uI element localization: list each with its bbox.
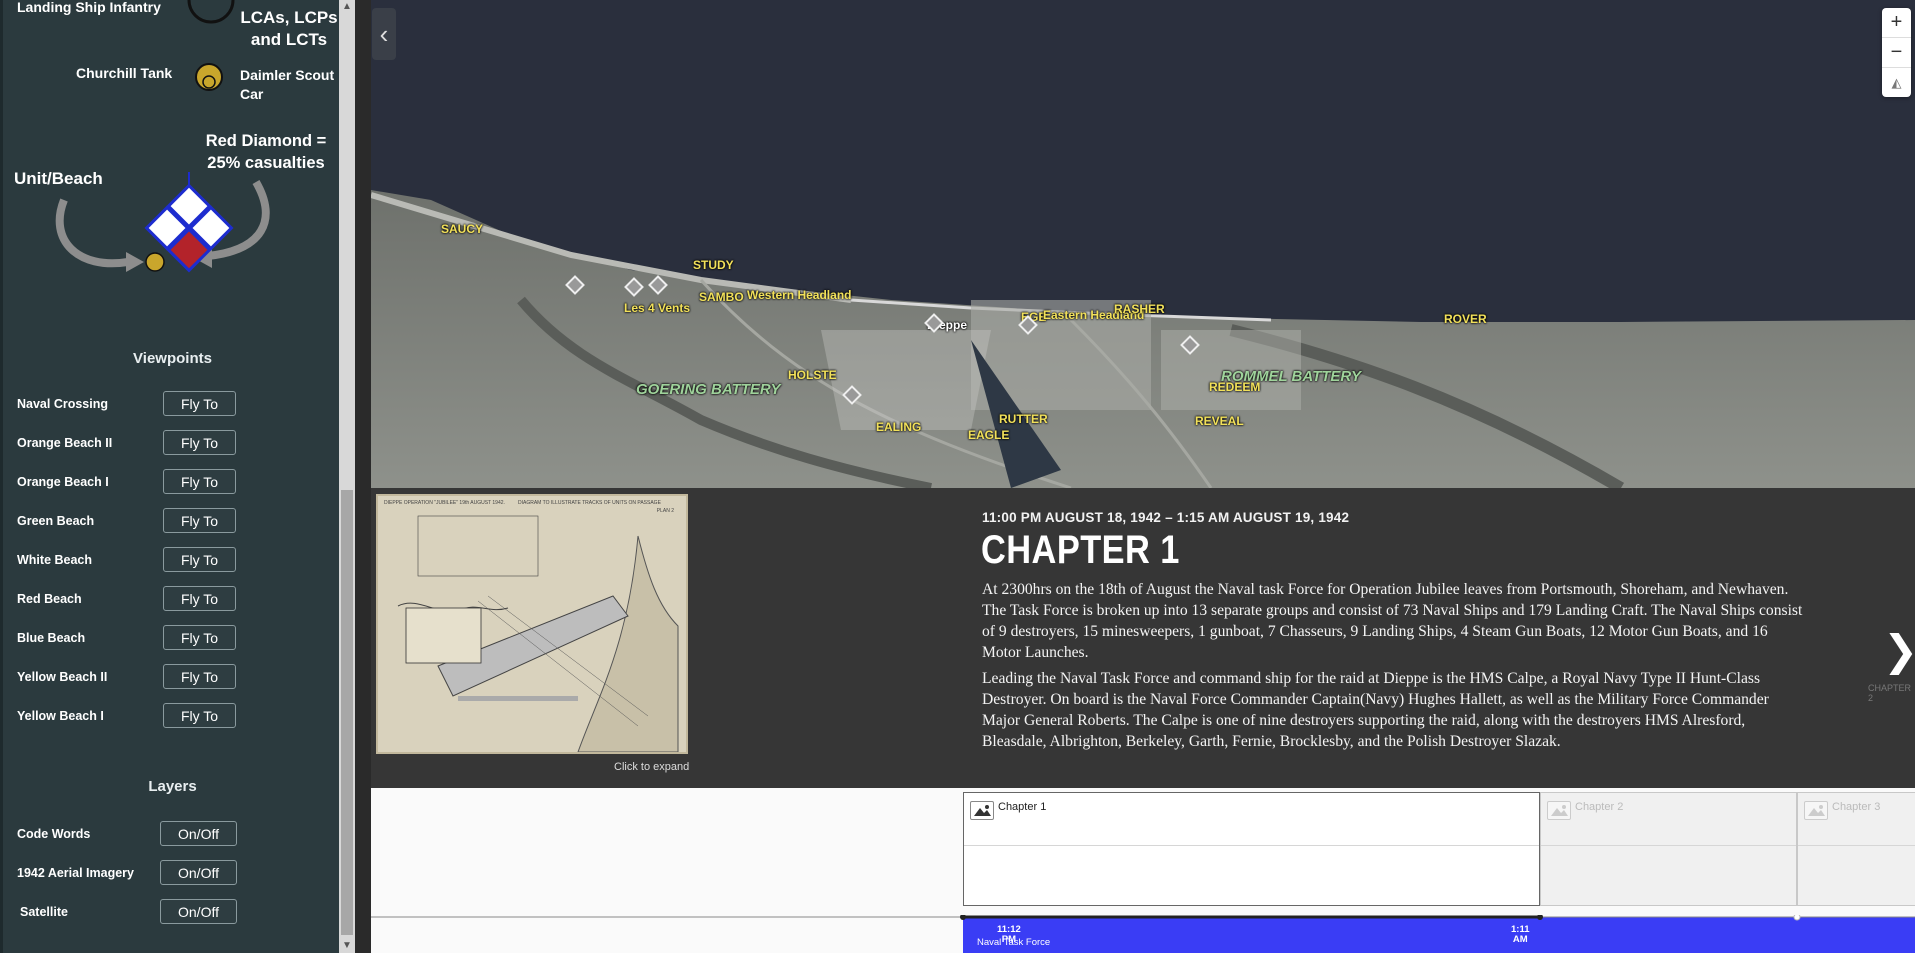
layer-toggle-button[interactable]: On/Off <box>160 860 237 885</box>
next-chapter-arrow-icon[interactable]: ❯ <box>1883 626 1915 675</box>
viewpoints-title: Viewpoints <box>133 350 212 367</box>
fly-to-button[interactable]: Fly To <box>163 664 236 689</box>
layer-toggle-button[interactable]: On/Off <box>160 899 237 924</box>
zoom-in-button[interactable]: + <box>1882 8 1911 38</box>
timeline-chapter-2[interactable]: Chapter 2 <box>1540 792 1797 906</box>
terrain-3d <box>371 0 1915 488</box>
chapter-card-label: Chapter 2 <box>1575 801 1624 813</box>
fly-to-button[interactable]: Fly To <box>163 586 236 611</box>
layer-toggle-button[interactable]: On/Off <box>160 821 237 846</box>
map-label: STUDY <box>693 258 734 272</box>
layer-label: Satellite <box>20 905 68 919</box>
map-label: RASHER <box>1114 302 1165 316</box>
scroll-down-icon[interactable]: ▼ <box>339 939 355 953</box>
map-label: REDEEM <box>1209 380 1261 394</box>
fly-to-button[interactable]: Fly To <box>163 430 236 455</box>
legend-landing-ship-infantry: Landing Ship Infantry <box>17 0 161 15</box>
map-view[interactable]: SAUCY STUDY SAMBO Western Headland Les 4 Ven… <box>371 0 1915 488</box>
thumbnail-map-plan: PLAN 2 <box>656 508 674 514</box>
layer-label: 1942 Aerial Imagery <box>17 866 134 880</box>
timeline-chapter-1[interactable]: Chapter 1 <box>963 792 1540 906</box>
story-panel: DIEPPE OPERATION "JUBILEE" 19th AUGUST 1… <box>371 488 1915 788</box>
zoom-control: + − ◭ <box>1882 8 1911 97</box>
viewpoint-label: Naval Crossing <box>17 397 109 411</box>
legend-red-diamond: Red Diamond = 25% casualties <box>195 130 337 174</box>
viewpoint-label: Orange Beach I <box>17 475 109 489</box>
map-label: SAMBO <box>699 290 744 304</box>
layer-label: Code Words <box>17 827 91 841</box>
image-icon <box>1804 801 1828 820</box>
timeline[interactable]: Chapter 1 Chapter 2 Chapter 3 11:12 PM 1… <box>371 788 1915 953</box>
reset-north-icon[interactable]: ◭ <box>1882 68 1911 97</box>
viewpoint-label: Red Beach <box>17 592 82 606</box>
legend-red-diamond-line1: Red Diamond = <box>205 132 327 150</box>
map-label: REVEAL <box>1195 414 1244 428</box>
viewpoint-label: Yellow Beach I <box>17 709 104 723</box>
map-label: HOLSTE <box>788 368 837 382</box>
viewpoint-label: Yellow Beach II <box>17 670 108 684</box>
legend-daimler-line2: Car <box>240 86 264 102</box>
chapter-card-label: Chapter 1 <box>998 801 1047 813</box>
sidebar-scrollbar[interactable]: ▲ ▼ <box>339 0 355 953</box>
viewpoint-label: White Beach <box>17 553 93 567</box>
sidebar: Landing Ship Infantry LCAs, LCPs and LCT… <box>0 0 355 953</box>
map-label: GOERING BATTERY <box>636 381 781 398</box>
layers-title: Layers <box>148 778 197 795</box>
viewpoint-label: Orange Beach II <box>17 436 113 450</box>
viewpoint-label: Blue Beach <box>17 631 86 645</box>
legend-lcas: LCAs, LCPs and LCTs <box>239 7 339 51</box>
timeline-end-time-suffix: AM <box>1512 934 1528 945</box>
timeline-chapter-3[interactable]: Chapter 3 <box>1797 792 1915 906</box>
map-label: ROVER <box>1444 312 1487 326</box>
map-label: SAUCY <box>441 222 484 236</box>
landing-ship-icon <box>187 0 235 24</box>
story-paragraph-2: Leading the Naval Task Force and command… <box>982 670 1769 750</box>
fly-to-button[interactable]: Fly To <box>163 391 236 416</box>
click-to-expand-label[interactable]: Click to expand <box>614 761 689 773</box>
timeline-end-time: 1:11 AM <box>1511 925 1530 945</box>
map-label: EAGLE <box>968 428 1010 442</box>
viewpoint-label: Green Beach <box>17 514 95 528</box>
legend-daimler-line1: Daimler Scout <box>240 67 335 83</box>
legend-daimler: Daimler Scout Car <box>240 66 334 104</box>
zoom-out-button[interactable]: − <box>1882 38 1911 68</box>
legend-churchill: Churchill Tank <box>76 65 173 81</box>
fly-to-button[interactable]: Fly To <box>163 703 236 728</box>
next-chapter-label[interactable]: CHAPTER 2 <box>1868 683 1915 703</box>
fly-to-button[interactable]: Fly To <box>163 508 236 533</box>
image-icon <box>970 801 994 820</box>
map-label: Les 4 Vents <box>624 301 691 315</box>
scrollbar-thumb[interactable] <box>341 490 353 935</box>
churchill-tank-icon <box>195 63 223 91</box>
chapter-card-header: Chapter 2 <box>1541 793 1796 846</box>
map-label: Western Headland <box>747 288 852 302</box>
chapter-title: CHAPTER 1 <box>981 528 1180 572</box>
map-label: EALING <box>876 420 922 434</box>
thumbnail-map-subtitle: DIAGRAM TO ILLUSTRATE TRACKS OF UNITS ON… <box>518 500 661 506</box>
chapter-card-header: Chapter 3 <box>1798 793 1915 846</box>
timeline-event-label: Naval Task Force <box>977 937 1051 948</box>
historic-diagram-icon <box>397 515 679 753</box>
scroll-up-icon[interactable]: ▲ <box>339 0 355 14</box>
chapter-card-label: Chapter 3 <box>1832 801 1881 813</box>
chapter-map-thumbnail[interactable]: DIEPPE OPERATION "JUBILEE" 19th AUGUST 1… <box>376 494 688 754</box>
timeline-axis <box>371 915 1915 921</box>
chapter-date: 11:00 PM AUGUST 18, 1942 – 1:15 AM AUGUS… <box>982 510 1350 525</box>
unit-beach-diagram-icon <box>55 172 270 273</box>
legend-lcas-line1: LCAs, LCPs <box>240 8 338 27</box>
fly-to-button[interactable]: Fly To <box>163 547 236 572</box>
thumbnail-map-title: DIEPPE OPERATION "JUBILEE" 19th AUGUST 1… <box>384 500 505 506</box>
chapter-card-header: Chapter 1 <box>964 793 1539 846</box>
image-icon <box>1547 801 1571 820</box>
legend-lcas-line2: and LCTs <box>250 30 328 49</box>
story-paragraph-1: At 2300hrs on the 18th of August the Nav… <box>982 581 1803 661</box>
collapse-sidebar-button[interactable]: ‹ <box>372 8 396 60</box>
fly-to-button[interactable]: Fly To <box>163 469 236 494</box>
map-label: RUTTER <box>999 412 1048 426</box>
fly-to-button[interactable]: Fly To <box>163 625 236 650</box>
